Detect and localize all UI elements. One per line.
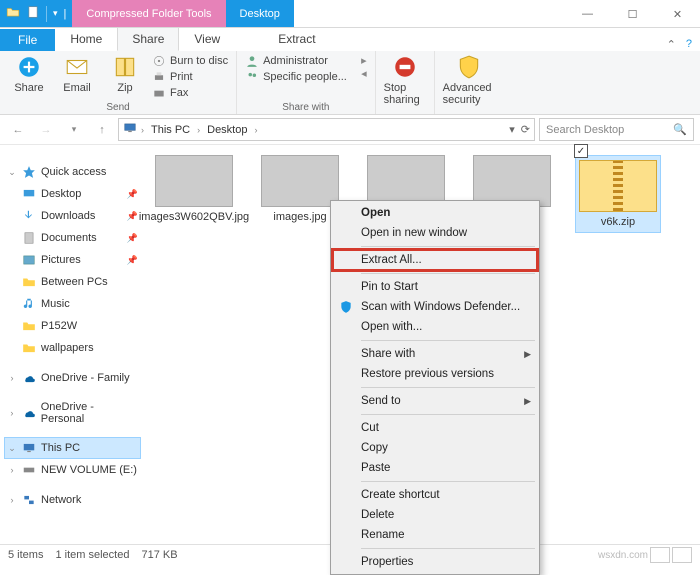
collapse-ribbon-icon[interactable]: ⌃ bbox=[667, 38, 676, 51]
pc-icon bbox=[123, 121, 137, 138]
menu-copy[interactable]: Copy bbox=[333, 438, 537, 458]
ribbon-tabs: File Home Share View Extract ⌃ ? bbox=[0, 28, 700, 51]
window-controls: — ☐ ✕ bbox=[565, 0, 700, 27]
dropdown-icon[interactable]: ▾ bbox=[509, 123, 515, 136]
stop-sharing-group: Stop sharing bbox=[376, 51, 435, 114]
navigation-pane: ⌄Quick access Desktop📌 Downloads📌 Docume… bbox=[0, 145, 145, 544]
ribbon: Share Email Zip Burn to disc Print Fax S… bbox=[0, 51, 700, 115]
search-icon: 🔍 bbox=[673, 123, 687, 136]
menu-cut[interactable]: Cut bbox=[333, 418, 537, 438]
file-tab[interactable]: File bbox=[0, 29, 55, 51]
close-button[interactable]: ✕ bbox=[655, 0, 700, 28]
refresh-icon[interactable]: ⟳ bbox=[521, 123, 530, 136]
menu-open-with[interactable]: Open with... bbox=[333, 317, 537, 337]
search-input[interactable]: Search Desktop 🔍 bbox=[539, 118, 694, 141]
view-tab[interactable]: View bbox=[179, 27, 235, 51]
fax-button[interactable]: Fax bbox=[152, 86, 228, 100]
sidebar-onedrive-family[interactable]: ›OneDrive - Family bbox=[4, 367, 141, 389]
forward-button[interactable]: → bbox=[34, 118, 58, 142]
compressed-tools-tab[interactable]: Compressed Folder Tools bbox=[72, 0, 225, 27]
advanced-security-group: Advanced security bbox=[435, 51, 503, 114]
status-size: 717 KB bbox=[141, 549, 177, 561]
menu-restore-versions[interactable]: Restore previous versions bbox=[333, 364, 537, 384]
email-button[interactable]: Email bbox=[56, 54, 98, 94]
status-item-count: 5 items bbox=[8, 549, 43, 561]
quick-access-toolbar: ▾ | bbox=[0, 0, 72, 27]
view-switcher[interactable] bbox=[650, 547, 692, 563]
checkbox-icon[interactable]: ✓ bbox=[574, 144, 588, 158]
sidebar-item-desktop[interactable]: Desktop📌 bbox=[4, 183, 141, 205]
help-icon[interactable]: ? bbox=[686, 38, 692, 51]
menu-extract-all[interactable]: Extract All... bbox=[333, 250, 537, 270]
maximize-button[interactable]: ☐ bbox=[610, 0, 655, 28]
contextual-tabs: Compressed Folder Tools Desktop bbox=[72, 0, 294, 27]
sidebar-item-new-volume[interactable]: ›NEW VOLUME (E:) bbox=[4, 459, 141, 481]
burn-button[interactable]: Burn to disc bbox=[152, 54, 228, 68]
recent-dropdown[interactable]: ▾ bbox=[62, 118, 86, 142]
print-button[interactable]: Print bbox=[152, 70, 228, 84]
menu-pin-to-start[interactable]: Pin to Start bbox=[333, 277, 537, 297]
home-tab[interactable]: Home bbox=[55, 27, 117, 51]
menu-scan-defender[interactable]: Scan with Windows Defender... bbox=[333, 297, 537, 317]
chevron-right-icon: ▶ bbox=[524, 396, 531, 407]
dropdown-icon[interactable]: ▾ bbox=[53, 8, 58, 19]
address-bar: ← → ▾ ↑ › This PC › Desktop › ▾ ⟳ Search… bbox=[0, 115, 700, 145]
menu-properties[interactable]: Properties bbox=[333, 552, 537, 572]
admin-button[interactable]: Administrator bbox=[245, 54, 355, 68]
sidebar-item-p152w[interactable]: P152W bbox=[4, 315, 141, 337]
menu-open[interactable]: Open bbox=[333, 203, 537, 223]
shield-icon bbox=[338, 299, 354, 315]
sidebar-item-between-pcs[interactable]: Between PCs bbox=[4, 271, 141, 293]
specific-people-button[interactable]: Specific people... bbox=[245, 70, 355, 84]
share-with-group: Administrator Specific people... ▸◂ Shar… bbox=[237, 51, 376, 114]
stop-sharing-button[interactable]: Stop sharing bbox=[384, 54, 426, 106]
menu-rename[interactable]: Rename bbox=[333, 525, 537, 545]
menu-share-with[interactable]: Share with▶ bbox=[333, 344, 537, 364]
file-icon bbox=[26, 5, 40, 22]
divider-icon: | bbox=[64, 8, 67, 20]
sidebar-item-documents[interactable]: Documents📌 bbox=[4, 227, 141, 249]
breadcrumb[interactable]: › This PC › Desktop › ▾ ⟳ bbox=[118, 118, 535, 141]
sidebar-network[interactable]: ›Network bbox=[4, 489, 141, 511]
sidebar-this-pc[interactable]: ⌄This PC bbox=[4, 437, 141, 459]
location-tab: Desktop bbox=[226, 0, 294, 27]
context-menu: Open Open in new window Extract All... P… bbox=[330, 200, 540, 575]
watermark: wsxdn.com bbox=[598, 550, 648, 561]
folder-icon bbox=[6, 5, 20, 22]
send-group: Share Email Zip Burn to disc Print Fax S… bbox=[0, 51, 237, 114]
menu-delete[interactable]: Delete bbox=[333, 505, 537, 525]
minimize-button[interactable]: — bbox=[565, 0, 610, 28]
file-item[interactable]: images3W602QBV.jpg bbox=[151, 155, 237, 223]
status-selection: 1 item selected bbox=[55, 549, 129, 561]
up-button[interactable]: ↑ bbox=[90, 118, 114, 142]
sidebar-item-wallpapers[interactable]: wallpapers bbox=[4, 337, 141, 359]
menu-create-shortcut[interactable]: Create shortcut bbox=[333, 485, 537, 505]
sidebar-item-downloads[interactable]: Downloads📌 bbox=[4, 205, 141, 227]
menu-send-to[interactable]: Send to▶ bbox=[333, 391, 537, 411]
sidebar-onedrive-personal[interactable]: ›OneDrive - Personal bbox=[4, 397, 141, 429]
crumb-desktop[interactable]: Desktop bbox=[204, 124, 250, 136]
menu-open-new-window[interactable]: Open in new window bbox=[333, 223, 537, 243]
advanced-security-button[interactable]: Advanced security bbox=[443, 54, 495, 106]
sidebar-quick-access[interactable]: ⌄Quick access bbox=[4, 161, 141, 183]
menu-paste[interactable]: Paste bbox=[333, 458, 537, 478]
file-item-zip[interactable]: ✓ v6k.zip bbox=[575, 155, 661, 233]
crumb-thispc[interactable]: This PC bbox=[148, 124, 193, 136]
sidebar-item-music[interactable]: Music bbox=[4, 293, 141, 315]
title-bar: ▾ | Compressed Folder Tools Desktop — ☐ … bbox=[0, 0, 700, 28]
back-button[interactable]: ← bbox=[6, 118, 30, 142]
extract-tab[interactable]: Extract bbox=[263, 27, 330, 51]
share-tab[interactable]: Share bbox=[117, 27, 179, 51]
sidebar-item-pictures[interactable]: Pictures📌 bbox=[4, 249, 141, 271]
chevron-right-icon: ▶ bbox=[524, 349, 531, 360]
share-button[interactable]: Share bbox=[8, 54, 50, 94]
zip-button[interactable]: Zip bbox=[104, 54, 146, 94]
